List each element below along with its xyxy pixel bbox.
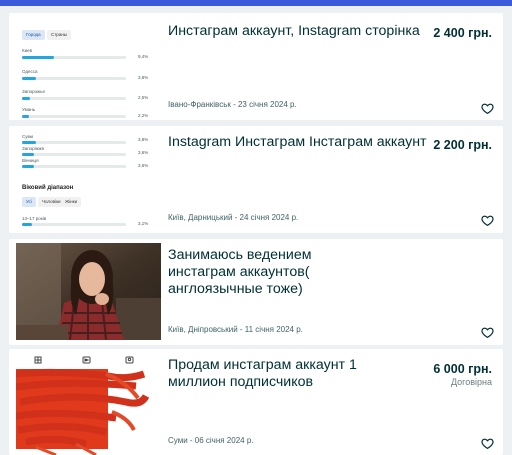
stat-percent: 3,6% [138,163,149,168]
listing-thumbnail[interactable]: Суми 3,8% Запоріжжя 3,6% Вінниця 3,6% Ві… [16,128,161,231]
stat-label: Запоріжжя [22,146,45,151]
stat-percent: 3,1% [138,221,149,226]
stat-label: 13–17 років [22,216,47,221]
stat-bar [22,153,126,156]
stat-bar [22,223,126,226]
listing-photo[interactable] [16,243,161,340]
person-photo-image [16,243,161,340]
favorite-heart-icon[interactable] [481,326,494,339]
stat-label: Умань [22,107,36,112]
listing-thumbnail[interactable] [16,352,161,455]
listing-title[interactable]: Инстаграм аккаунт, Instagram сторінка [168,23,420,40]
stat-fill [22,56,55,59]
redacted-screenshot-image [16,352,161,455]
stat-fill [22,223,33,226]
listing-card[interactable]: Занимаюсь ведением инстаграм аккаунтов( … [9,239,503,345]
age-range-heading: Віковий діапазон [22,185,74,191]
stat-label: Киев [22,48,33,53]
stat-bar [22,141,126,144]
stat-fill [22,165,35,168]
listing-location-date: Івано-Франківськ - 23 січня 2024 р. [168,100,297,109]
tab-countries: Страны [47,30,72,40]
listing-price: 6 000 грн. [433,362,492,376]
stat-label: Запорожье [22,89,45,94]
tab-all: Усі [22,197,36,207]
stat-bar [22,56,126,59]
stat-fill [22,77,36,80]
stat-label: Вінниця [22,158,39,163]
listing-title[interactable]: Instagram Инстаграм Інстаграм аккаунт [168,134,427,151]
listing-title[interactable]: Занимаюсь ведением инстаграм аккаунтов( … [168,247,383,298]
listing-location-date: Київ, Дніпровський - 11 січня 2024 р. [168,325,303,334]
stat-bar [22,115,126,118]
listing-title[interactable]: Продам инстаграм аккаунт 1 миллион подпи… [168,357,418,391]
listing-location-date: Суми - 06 січня 2024 р. [168,436,254,445]
listing-location-date: Київ, Дарницький - 24 січня 2024 р. [168,213,299,222]
favorite-heart-icon[interactable] [481,102,494,115]
top-accent-bar [0,0,512,6]
stat-percent: 9,4% [138,54,149,59]
favorite-heart-icon[interactable] [481,214,494,227]
stat-bar [22,97,126,100]
price-negotiable-label: Договірна [450,377,492,387]
favorite-heart-icon[interactable] [481,437,494,450]
stat-bar [22,77,126,80]
stat-percent: 3,8% [138,75,149,80]
stat-bar [22,165,126,168]
listing-card[interactable]: Продам инстаграм аккаунт 1 миллион подпи… [9,349,503,455]
tab-cities: Города [22,30,45,40]
stat-fill [22,115,30,118]
stat-label: Одесса [22,69,38,74]
listing-card[interactable]: Города Страны Киев 9,4% Одесса 3,8% Запо… [9,13,503,120]
tab-women: Жінки [61,197,82,207]
listing-thumbnail[interactable]: Города Страны Киев 9,4% Одесса 3,8% Запо… [16,18,161,118]
stat-percent: 2,2% [138,113,149,118]
stat-fill [22,153,35,156]
listing-price: 2 400 грн. [433,26,492,40]
stat-label: Суми [22,134,34,139]
listing-card[interactable]: Суми 3,8% Запоріжжя 3,6% Вінниця 3,6% Ві… [9,126,503,233]
stat-percent: 3,8% [138,137,149,142]
listing-price: 2 200 грн. [433,138,492,152]
stat-percent: 2,5% [138,95,149,100]
stat-fill [22,97,31,100]
stat-percent: 3,6% [138,150,149,155]
stat-fill [22,141,36,144]
